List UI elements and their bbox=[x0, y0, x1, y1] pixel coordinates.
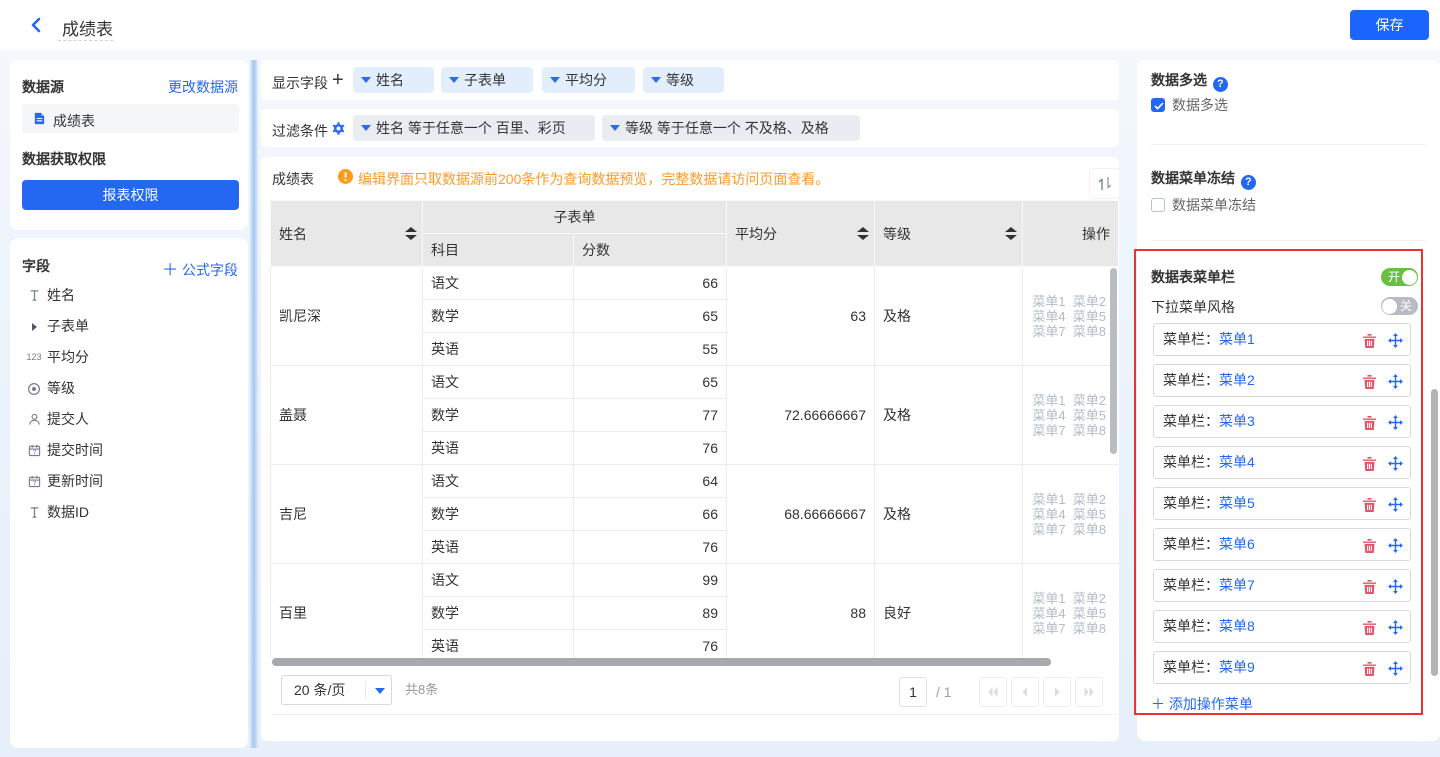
svg-text:7: 7 bbox=[32, 450, 36, 457]
svg-text:7: 7 bbox=[32, 481, 36, 488]
